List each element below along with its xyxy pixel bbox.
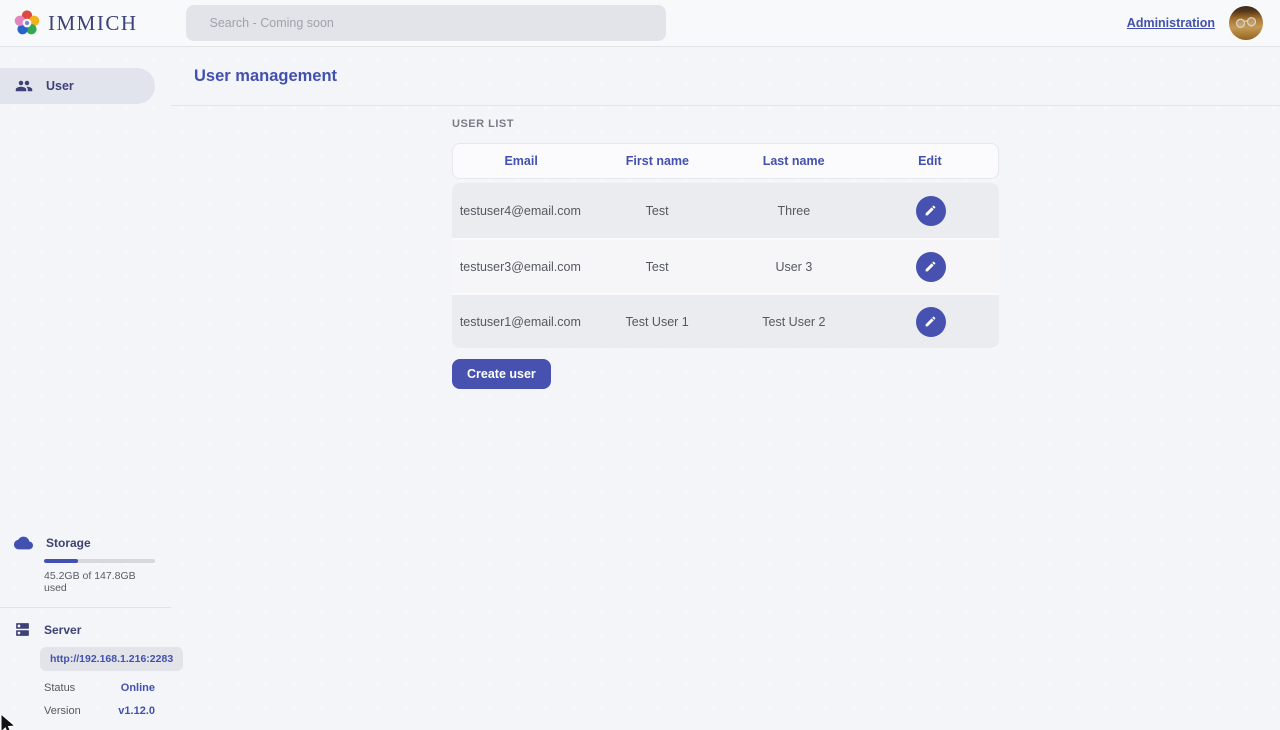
sidebar-item-user[interactable]: User — [0, 68, 155, 104]
server-title: Server — [44, 623, 81, 637]
cell-edit — [862, 196, 999, 226]
storage-usage-text: 45.2GB of 147.8GB used — [44, 570, 155, 594]
server-url-badge: http://192.168.1.216:2283 — [40, 647, 183, 671]
storage-progress-bar — [44, 559, 155, 563]
table-row: testuser4@email.comTestThree — [452, 183, 999, 238]
server-row-status: Status Online — [44, 682, 155, 694]
column-header: First name — [589, 154, 725, 168]
server-row-value: Online — [121, 682, 155, 694]
cell-last-name: User 3 — [726, 260, 863, 274]
search-input[interactable] — [210, 16, 642, 30]
cell-email: testuser3@email.com — [452, 260, 589, 274]
server-info-rows: Status Online Version v1.12.0 — [14, 682, 155, 717]
server-row-label: Version — [44, 705, 81, 717]
pencil-icon — [924, 315, 937, 328]
top-nav: IMMICH Administration — [0, 0, 1280, 47]
create-user-button[interactable]: Create user — [452, 359, 551, 389]
user-list-section: USER LIST EmailFirst nameLast nameEdit t… — [452, 118, 999, 389]
sidebar-item-label: User — [46, 79, 74, 93]
section-title: USER LIST — [452, 118, 999, 130]
edit-user-button[interactable] — [916, 307, 946, 337]
glasses-icon — [1234, 15, 1257, 29]
edit-user-button[interactable] — [916, 196, 946, 226]
storage-progress-fill — [44, 559, 78, 563]
pencil-icon — [924, 204, 937, 217]
cell-last-name: Three — [726, 204, 863, 218]
cell-edit — [862, 252, 999, 282]
sidebar-divider — [0, 607, 171, 608]
cell-email: testuser1@email.com — [452, 315, 589, 329]
sidebar: User Storage 45.2GB of 147.8GB used Serv… — [0, 47, 171, 729]
column-header: Email — [453, 154, 589, 168]
app-logo-text: IMMICH — [48, 11, 138, 36]
server-row-version: Version v1.12.0 — [44, 705, 155, 717]
sidebar-footer: Storage 45.2GB of 147.8GB used Server ht… — [0, 535, 171, 729]
storage-section-header: Storage — [14, 535, 155, 551]
cell-edit — [862, 307, 999, 337]
search-bar[interactable] — [186, 5, 666, 41]
server-row-label: Status — [44, 682, 75, 694]
table-row: testuser1@email.comTest User 1Test User … — [452, 293, 999, 348]
table-header: EmailFirst nameLast nameEdit — [452, 143, 999, 179]
table-row: testuser3@email.comTestUser 3 — [452, 238, 999, 293]
app-logo[interactable]: IMMICH — [14, 10, 138, 36]
administration-link[interactable]: Administration — [1127, 16, 1215, 30]
server-row-value: v1.12.0 — [118, 705, 155, 717]
edit-user-button[interactable] — [916, 252, 946, 282]
cell-first-name: Test — [589, 260, 726, 274]
immich-flower-icon — [14, 10, 40, 36]
nav-right: Administration — [1127, 6, 1263, 40]
storage-title: Storage — [46, 536, 91, 550]
cell-first-name: Test User 1 — [589, 315, 726, 329]
cloud-icon — [14, 535, 33, 551]
server-icon — [14, 621, 31, 638]
cell-first-name: Test — [589, 204, 726, 218]
users-icon — [15, 77, 33, 95]
cell-last-name: Test User 2 — [726, 315, 863, 329]
pencil-icon — [924, 260, 937, 273]
user-avatar[interactable] — [1229, 6, 1263, 40]
server-section-header: Server — [14, 621, 155, 638]
page-title-row: User management — [171, 47, 1280, 106]
column-header: Last name — [726, 154, 862, 168]
main-panel: User management USER LIST EmailFirst nam… — [171, 47, 1280, 729]
cell-email: testuser4@email.com — [452, 204, 589, 218]
column-header: Edit — [862, 154, 998, 168]
page-title: User management — [194, 67, 337, 86]
table-body: testuser4@email.comTestThreetestuser3@em… — [452, 183, 999, 348]
